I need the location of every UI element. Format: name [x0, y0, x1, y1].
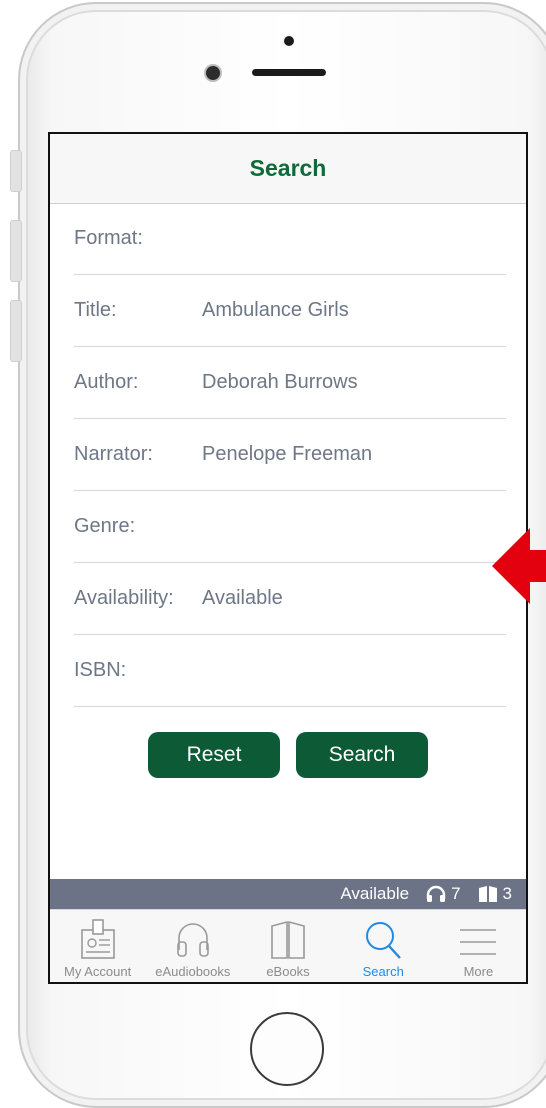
tab-search[interactable]: Search [336, 910, 431, 982]
format-label: Format: [74, 227, 143, 249]
reset-button[interactable]: Reset [148, 732, 280, 778]
author-field[interactable]: Author: Deborah Burrows [74, 347, 506, 419]
navigation-bar: Search [50, 134, 526, 204]
headphones-icon [176, 923, 209, 957]
tab-eaudiobooks[interactable]: eAudiobooks [145, 910, 240, 982]
isbn-label: ISBN: [74, 659, 127, 681]
narrator-label: Narrator: [74, 443, 153, 465]
volume-down-button [10, 300, 22, 362]
availability-field[interactable]: Availability: Available [74, 563, 506, 635]
app-screen: Search Format: Title: Ambulance Girls Au… [48, 132, 528, 984]
tab-ebooks[interactable]: eBooks [240, 910, 335, 982]
availability-label: Availability: [74, 587, 174, 609]
tab-my-account[interactable]: My Account [50, 910, 145, 982]
status-label: Available [340, 884, 410, 903]
narrator-field[interactable]: Narrator: Penelope Freeman [74, 419, 506, 491]
author-value[interactable]: Deborah Burrows [202, 371, 358, 394]
action-buttons: Reset Search [50, 732, 526, 778]
search-form: Format: Title: Ambulance Girls Author: D… [74, 203, 506, 707]
headphones-icon [426, 885, 446, 902]
author-label: Author: [74, 371, 139, 393]
open-book-icon [271, 920, 305, 959]
account-card-icon [80, 919, 115, 959]
availability-value[interactable]: Available [202, 587, 283, 610]
tab-label: Search [362, 964, 404, 979]
home-button[interactable] [250, 1012, 324, 1086]
genre-label: Genre: [74, 515, 136, 537]
format-field[interactable]: Format: [74, 203, 506, 275]
book-icon [478, 886, 497, 902]
tab-label: My Account [64, 964, 132, 979]
red-arrow-icon [492, 528, 546, 604]
genre-field[interactable]: Genre: [74, 491, 506, 563]
tab-more[interactable]: More [431, 910, 526, 982]
search-icon [366, 922, 402, 959]
menu-icon [460, 929, 497, 955]
tab-bar: My Account eAudiobooks eBooks Search Mor… [50, 909, 526, 982]
proximity-sensor [284, 36, 294, 46]
tab-label: eBooks [266, 964, 310, 979]
availability-status-bar: Available 7 3 [50, 879, 526, 909]
volume-up-button [10, 220, 22, 282]
ebook-count: 3 [502, 884, 512, 903]
title-field[interactable]: Title: Ambulance Girls [74, 275, 506, 347]
earpiece-speaker [252, 69, 326, 76]
title-label: Title: [74, 299, 117, 321]
mute-switch [10, 150, 22, 192]
front-camera [206, 66, 220, 80]
audio-count: 7 [451, 884, 461, 903]
isbn-field[interactable]: ISBN: [74, 635, 506, 707]
tab-label: More [463, 964, 494, 979]
page-title: Search [249, 155, 327, 181]
narrator-value[interactable]: Penelope Freeman [202, 443, 372, 466]
title-value[interactable]: Ambulance Girls [202, 299, 349, 322]
tab-label: eAudiobooks [155, 964, 231, 979]
search-button[interactable]: Search [296, 732, 428, 778]
